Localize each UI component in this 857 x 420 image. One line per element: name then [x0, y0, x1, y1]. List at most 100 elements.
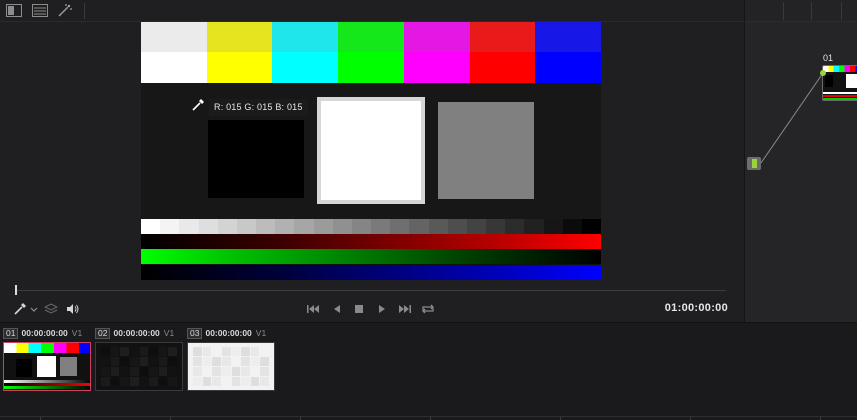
red-ramp	[141, 234, 601, 249]
grid-cell	[260, 357, 269, 366]
play-icon[interactable]	[375, 302, 389, 316]
grid-cell	[221, 377, 231, 386]
clip-track: V1	[255, 328, 267, 338]
white-patch	[321, 101, 421, 200]
gray-patch	[438, 102, 534, 199]
stop-icon[interactable]	[352, 302, 366, 316]
grid-cell	[129, 347, 139, 356]
loop-icon[interactable]	[421, 302, 435, 316]
node-thumb-ramp	[823, 92, 857, 94]
grid-cell	[241, 347, 250, 356]
grid-cell	[212, 357, 221, 366]
volume-icon[interactable]	[66, 302, 80, 316]
grid-cell	[202, 347, 212, 356]
grid-cell	[101, 367, 110, 376]
node-thumb-ramp	[823, 98, 857, 100]
grid-cell	[221, 357, 231, 366]
node-thumb-black	[825, 75, 833, 87]
grid-cell	[158, 377, 168, 386]
grid-cell	[139, 377, 149, 386]
playhead[interactable]	[15, 285, 17, 295]
grid-cell	[129, 367, 139, 376]
toolbar-divider	[84, 3, 85, 19]
clip-item[interactable]: 03 00:00:00:00 V1	[187, 327, 277, 391]
gray-step	[562, 219, 582, 234]
step-back-icon[interactable]	[330, 302, 344, 316]
scrubber-track[interactable]	[16, 290, 726, 291]
gray-step	[409, 219, 429, 234]
grid-cell	[241, 377, 250, 386]
source-input-node[interactable]	[747, 157, 761, 170]
clip-thumbnail[interactable]	[95, 342, 183, 391]
thumb-white-patch	[37, 356, 56, 377]
bar-swatch	[469, 22, 536, 52]
bar-swatch	[141, 52, 207, 83]
mini-timeline[interactable]	[0, 416, 857, 420]
bar-swatch	[272, 52, 339, 83]
gray-step	[313, 219, 333, 234]
grid-cell	[129, 357, 139, 366]
clip-number: 02	[95, 327, 111, 339]
grid-cell	[110, 367, 120, 376]
video-frame[interactable]: R: 015 G: 015 B: 015	[141, 22, 601, 280]
clip-timecode: 00:00:00:00	[113, 328, 160, 338]
gray-step	[581, 219, 601, 234]
grid-cell	[250, 377, 260, 386]
viewer-panel: R: 015 G: 015 B: 015 01:00:00:00	[0, 0, 744, 322]
grid-cell	[231, 357, 241, 366]
grid-cell	[231, 377, 241, 386]
eyedropper-icon[interactable]	[13, 302, 27, 316]
layers-icon[interactable]	[44, 302, 58, 316]
grid-cell	[193, 347, 202, 356]
gray-step	[447, 219, 467, 234]
blue-ramp	[141, 265, 601, 280]
clip-item[interactable]: 02 00:00:00:00 V1	[95, 327, 185, 391]
chevron-down-icon[interactable]	[29, 302, 39, 316]
grid-cell	[110, 347, 120, 356]
bar-swatch	[535, 52, 601, 83]
grayscale-ramp	[141, 219, 601, 234]
clip-header: 02 00:00:00:00 V1	[95, 327, 185, 339]
grid-cell	[139, 367, 149, 376]
grid-cell	[250, 357, 260, 366]
gray-step	[275, 219, 295, 234]
grid-cell	[168, 357, 177, 366]
grid-cell	[110, 357, 120, 366]
node-thumb-white	[846, 74, 857, 88]
go-to-end-icon[interactable]	[398, 302, 412, 316]
gray-step	[236, 219, 257, 234]
bar-swatch	[272, 22, 339, 52]
grid-cell	[212, 347, 221, 356]
node-input-dot[interactable]	[820, 70, 826, 76]
clip-header: 01 00:00:00:00 V1	[3, 327, 93, 339]
grid-cell	[193, 357, 202, 366]
color-bars-top	[141, 22, 601, 52]
grid-cell	[221, 347, 231, 356]
gray-step	[217, 219, 237, 234]
grid-cell	[110, 377, 120, 386]
clip-thumbnail[interactable]	[3, 342, 91, 391]
go-to-start-icon[interactable]	[306, 302, 320, 316]
split-screen-icon[interactable]	[32, 4, 48, 17]
grid-cell	[101, 347, 110, 356]
corrector-node[interactable]	[822, 65, 857, 101]
clip-item[interactable]: 01 00:00:00:00 V1	[3, 327, 93, 391]
clip-thumbnail[interactable]	[187, 342, 275, 391]
gray-step	[294, 219, 314, 234]
node-thumb-bars	[823, 66, 857, 72]
grid-cell	[241, 367, 250, 376]
grid-cell	[149, 377, 158, 386]
gray-step	[256, 219, 276, 234]
magic-wand-icon[interactable]	[57, 4, 73, 17]
single-viewer-icon[interactable]	[6, 4, 22, 17]
grid-cell	[149, 367, 158, 376]
rgb-readout: R: 015 G: 015 B: 015	[209, 99, 308, 116]
grid-cell	[139, 347, 149, 356]
bar-swatch	[338, 22, 404, 52]
grid-cell	[101, 357, 110, 366]
grid-cell	[212, 377, 221, 386]
clip-header: 03 00:00:00:00 V1	[187, 327, 277, 339]
node-editor[interactable]: 01	[744, 0, 857, 322]
grid-cell	[120, 367, 129, 376]
node-thumb-ramp	[823, 95, 857, 97]
